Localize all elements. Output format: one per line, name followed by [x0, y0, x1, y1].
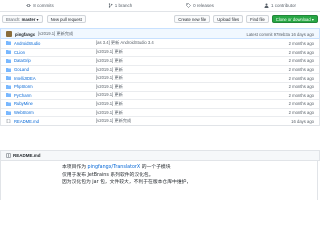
latest-commit-info[interactable]: Latest commit 978eb3a 16 days ago: [246, 32, 314, 37]
contributors-count: 1 contributor: [270, 3, 296, 8]
folder-icon: [6, 93, 11, 98]
file-age: 2 months ago: [288, 84, 314, 90]
file-row[interactable]: DataGrip [v2019.1] 更新 2 months ago: [1, 56, 319, 65]
avatar[interactable]: [6, 31, 12, 37]
clone-label: Clone or download: [275, 16, 311, 22]
file-commit-message[interactable]: [v2019.1] 更新: [96, 84, 123, 90]
branches-count: 1 branch: [114, 3, 133, 8]
readme-header: README.md: [0, 150, 320, 161]
file-age: 2 months ago: [288, 49, 314, 55]
branch-value: master: [21, 16, 36, 22]
readme-title: README.md: [13, 153, 41, 158]
file-age: 2 months ago: [288, 92, 314, 98]
file-row[interactable]: RubyMine [v2019.1] 更新 2 months ago: [1, 99, 319, 108]
file-commit-message[interactable]: [v2019.1] 更新完成: [96, 118, 131, 124]
new-pull-request-button[interactable]: New pull request: [46, 15, 86, 23]
folder-icon: [6, 67, 11, 72]
file-age: 2 months ago: [288, 110, 314, 116]
translatorx-link[interactable]: pingfangx/TranslatorX: [88, 165, 141, 170]
file-commit-message[interactable]: [v2019.1] 更新: [96, 67, 123, 73]
folder-icon: [6, 84, 11, 89]
file-icon: [6, 119, 11, 124]
releases-stat[interactable]: 0 releases: [160, 0, 240, 11]
tag-icon: [186, 3, 191, 8]
file-list: AndroidStudio [as 3.4] 更新 AndroidStudio …: [0, 38, 320, 126]
readme-line: 本项目作为 pingfangx/TranslatorX 的一个子模块: [62, 164, 317, 172]
file-name[interactable]: PhpStorm: [14, 84, 33, 89]
chevron-down-icon: ▾: [311, 16, 314, 22]
commit-message[interactable]: [v2019.1] 更新完成: [38, 31, 73, 37]
file-row[interactable]: GoLand [v2019.1] 更新 2 months ago: [1, 64, 319, 74]
file-commit-message[interactable]: [v2019.1] 更新: [96, 101, 123, 107]
file-age: 16 days ago: [291, 118, 314, 124]
file-commit-message[interactable]: [v2019.1] 更新: [96, 110, 123, 116]
file-name[interactable]: AndroidStudio: [14, 41, 40, 46]
file-age: 2 months ago: [288, 101, 314, 107]
repo-stats-bar: 8 commits 1 branch 0 releases 1 contribu…: [0, 0, 320, 12]
commit-author[interactable]: pingfangx: [15, 32, 35, 37]
file-row[interactable]: PhpStorm [v2019.1] 更新 2 months ago: [1, 81, 319, 91]
file-age: 2 months ago: [288, 58, 314, 64]
file-name[interactable]: RubyMine: [14, 101, 33, 106]
readme-text: 的一个子模块: [141, 165, 171, 170]
file-row[interactable]: WebStorm [v2019.1] 更新 2 months ago: [1, 107, 319, 117]
clone-download-button[interactable]: Clone or download ▾: [271, 15, 318, 23]
file-name[interactable]: GoLand: [14, 67, 29, 72]
branch-icon: [108, 3, 113, 8]
create-file-button[interactable]: Create new file: [174, 15, 211, 23]
file-name[interactable]: IntelliJIDEA: [14, 76, 36, 81]
contributors-stat[interactable]: 1 contributor: [240, 0, 320, 11]
file-commit-message[interactable]: [as 3.4] 更新 AndroidStudio 3.4: [96, 40, 154, 46]
file-name[interactable]: README.md: [14, 119, 39, 124]
folder-icon: [6, 110, 11, 115]
chevron-down-icon: ▾: [36, 16, 39, 22]
file-age: 2 months ago: [288, 40, 314, 46]
contributors-icon: [264, 3, 269, 8]
file-commit-message[interactable]: [v2019.1] 更新: [96, 58, 123, 64]
readme-text: 本项目作为: [62, 165, 86, 170]
file-name[interactable]: CLion: [14, 50, 25, 55]
commits-stat[interactable]: 8 commits: [0, 0, 80, 11]
file-name[interactable]: WebStorm: [14, 110, 34, 115]
file-row[interactable]: IntelliJIDEA [v2019.1] 更新 2 months ago: [1, 73, 319, 82]
branch-select[interactable]: Branch: master ▾: [2, 15, 43, 23]
file-age: 2 months ago: [288, 75, 314, 81]
folder-icon: [6, 41, 11, 46]
readme-line: 因为汉化包为 jar 包，文件较大，不利于在版本仓库中维护，: [62, 180, 192, 186]
commits-count: 8 commits: [33, 3, 54, 8]
file-name[interactable]: DataGrip: [14, 58, 31, 63]
folder-icon: [6, 50, 11, 55]
find-file-button[interactable]: Find file: [246, 15, 269, 23]
file-age: 2 months ago: [288, 67, 314, 73]
file-row[interactable]: PyCharm [v2019.1] 更新 2 months ago: [1, 90, 319, 100]
file-name[interactable]: PyCharm: [14, 93, 31, 98]
folder-icon: [6, 76, 11, 81]
repo-toolbar: Branch: master ▾ New pull request Create…: [0, 13, 320, 25]
file-commit-message[interactable]: [v2019.1] 更新: [96, 92, 123, 98]
upload-files-button[interactable]: Upload files: [213, 15, 244, 23]
branches-stat[interactable]: 1 branch: [80, 0, 160, 11]
branch-label: Branch:: [6, 16, 21, 22]
file-row[interactable]: CLion [v2019.1] 更新 2 months ago: [1, 47, 319, 57]
releases-count: 0 releases: [193, 3, 214, 8]
file-commit-message[interactable]: [v2019.1] 更新: [96, 75, 123, 81]
file-row[interactable]: README.md [v2019.1] 更新完成 16 days ago: [1, 116, 319, 125]
file-commit-message[interactable]: [v2019.1] 更新: [96, 49, 123, 55]
readme-content: 本项目作为 pingfangx/TranslatorX 的一个子模块 仅用于发布…: [0, 161, 318, 200]
file-row[interactable]: AndroidStudio [as 3.4] 更新 AndroidStudio …: [1, 39, 319, 48]
commits-icon: [26, 3, 32, 8]
book-icon: [6, 153, 11, 158]
folder-icon: [6, 101, 11, 106]
readme-line: 仅用于发布 JetBrains 系列软件的汉化包。: [62, 172, 154, 178]
folder-icon: [6, 58, 11, 63]
